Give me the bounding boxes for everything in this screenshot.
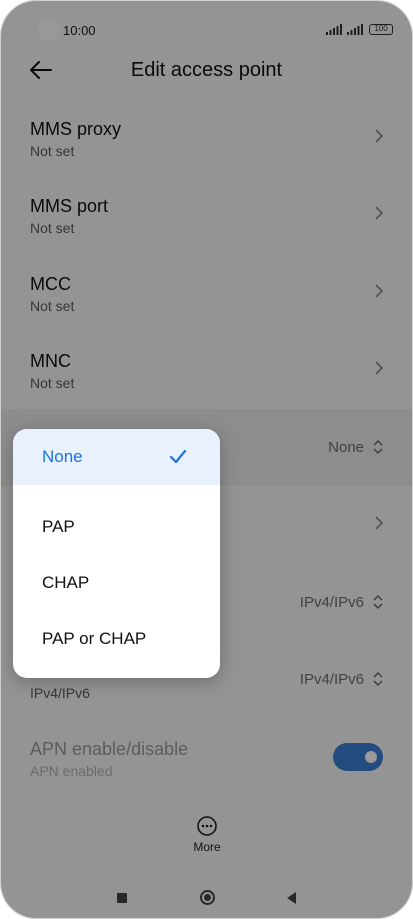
check-icon	[169, 449, 187, 464]
option-pap[interactable]: PAP	[13, 499, 220, 555]
option-label: CHAP	[42, 573, 90, 592]
option-none[interactable]: None	[13, 429, 220, 485]
option-label: PAP	[42, 517, 75, 536]
option-label: None	[42, 447, 83, 466]
option-label: PAP or CHAP	[42, 629, 147, 648]
option-pap-or-chap[interactable]: PAP or CHAP	[13, 611, 220, 667]
auth-type-popup: None PAP CHAP PAP or CHAP	[13, 429, 220, 678]
phone-screen: 10:00 100 Edit access point MMS proxy No…	[0, 0, 413, 919]
option-chap[interactable]: CHAP	[13, 555, 220, 611]
